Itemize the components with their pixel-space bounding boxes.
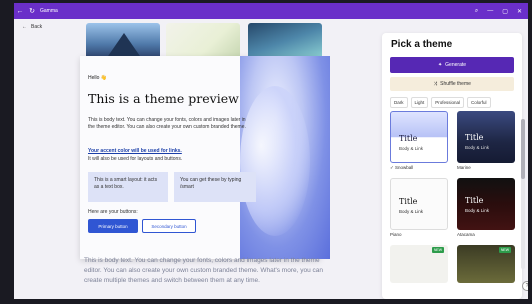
- smart-layout-box-1: This is a smart layout: it acts as a tex…: [88, 172, 168, 202]
- theme-name-marine: Marine: [457, 165, 471, 170]
- preview-column: Hello 👋 This is a theme preview This is …: [66, 19, 356, 299]
- theme-name-piano: Piano: [390, 232, 402, 237]
- panel-scrollbar[interactable]: [521, 119, 525, 269]
- app-area: ← Back Hello 👋 This is a theme preview T…: [14, 19, 528, 299]
- theme-body-sample: Body & Link: [465, 208, 490, 213]
- accent-link[interactable]: Your accent color will be used for links…: [88, 148, 182, 154]
- theme-preview-card: Hello 👋 This is a theme preview This is …: [80, 56, 330, 259]
- secondary-button[interactable]: Secondary button: [142, 219, 196, 233]
- shuffle-icon: ⤨: [433, 81, 438, 87]
- theme-card-piano[interactable]: Title Body & Link: [390, 178, 448, 230]
- primary-button[interactable]: Primary button: [88, 219, 138, 233]
- theme-picker-panel: Pick a theme ✦ Generate ⤨ Shuffle theme …: [382, 33, 522, 299]
- theme-title-sample: Title: [465, 196, 484, 205]
- preview-thumbnail-sea[interactable]: [248, 23, 322, 59]
- preview-thumbnail-mountain[interactable]: [86, 23, 160, 59]
- window-title: Gamma: [40, 8, 58, 14]
- filter-dark[interactable]: Dark: [390, 97, 408, 108]
- generate-button[interactable]: ✦ Generate: [390, 57, 514, 73]
- preview-thumbnail-light[interactable]: [166, 23, 240, 59]
- search-icon[interactable]: ⌕: [475, 8, 478, 15]
- accent-note: It will also be used for layouts and but…: [88, 156, 183, 162]
- theme-body-sample: Body & Link: [465, 145, 490, 150]
- new-badge: NEW: [431, 247, 444, 253]
- theme-body-sample: Body & Link: [399, 146, 424, 151]
- panel-title: Pick a theme: [391, 39, 453, 50]
- title-bar: ← ↻ Gamma ⌕ — ▢ ✕: [14, 3, 528, 19]
- filter-professional[interactable]: Professional: [431, 97, 465, 108]
- filter-light[interactable]: Light: [410, 97, 429, 108]
- theme-card-new-2[interactable]: NEW: [457, 245, 515, 283]
- shuffle-theme-button[interactable]: ⤨ Shuffle theme: [390, 77, 514, 91]
- smart-layout-box-2: You can get these by typing /smart: [174, 172, 256, 202]
- wave-highlight: [240, 86, 310, 236]
- close-button[interactable]: ✕: [517, 8, 522, 15]
- arrow-left-icon: ←: [22, 24, 27, 30]
- screen-frame: ← ↻ Gamma ⌕ — ▢ ✕ ← Back Hello 👋 This is…: [0, 0, 532, 304]
- generate-label: Generate: [445, 62, 467, 68]
- preview-title: This is a theme preview: [88, 91, 239, 106]
- theme-card-snowball[interactable]: Title Body & Link: [390, 111, 448, 163]
- theme-card-atacama[interactable]: Title Body & Link: [457, 178, 515, 230]
- preview-body: This is body text. You can change your f…: [88, 117, 246, 130]
- new-badge: NEW: [498, 247, 511, 253]
- scrollbar-thumb[interactable]: [521, 119, 525, 179]
- filter-colorful[interactable]: Colorful: [467, 97, 491, 108]
- theme-filters: Dark Light Professional Colorful: [390, 97, 491, 108]
- help-button[interactable]: ?: [522, 281, 528, 291]
- theme-title-sample: Title: [465, 133, 484, 142]
- theme-card-marine[interactable]: Title Body & Link: [457, 111, 515, 163]
- reload-icon[interactable]: ↻: [26, 7, 38, 15]
- sparkle-icon: ✦: [437, 62, 443, 68]
- theme-name-snowball: ✓ Snowball: [390, 165, 414, 170]
- back-arrow-icon[interactable]: ←: [14, 8, 26, 15]
- maximize-button[interactable]: ▢: [502, 8, 508, 15]
- back-button[interactable]: ← Back: [22, 24, 42, 30]
- back-label: Back: [31, 24, 43, 30]
- theme-title-sample: Title: [399, 134, 418, 143]
- buttons-label: Here are your buttons:: [88, 209, 138, 215]
- theme-body-sample: Body & Link: [399, 209, 424, 214]
- theme-title-sample: Title: [399, 197, 418, 206]
- body-text-below: This is body text. You can change your f…: [84, 257, 323, 284]
- minimize-button[interactable]: —: [487, 8, 493, 14]
- theme-name-atacama: Atacama: [457, 232, 475, 237]
- hello-text: Hello 👋: [88, 75, 108, 81]
- theme-card-new-1[interactable]: NEW: [390, 245, 448, 283]
- window-controls: ⌕ — ▢ ✕: [475, 3, 522, 19]
- shuffle-label: Shuffle theme: [440, 81, 471, 87]
